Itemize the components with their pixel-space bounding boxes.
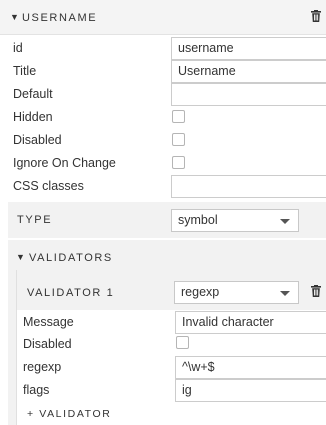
trash-icon[interactable]	[311, 285, 321, 297]
ignore-on-change-checkbox[interactable]	[172, 156, 185, 169]
message-input[interactable]: Invalid character	[175, 311, 326, 334]
validator-disabled-label: Disabled	[23, 337, 72, 351]
flags-input[interactable]: ig	[175, 379, 326, 402]
type-label: TYPE	[17, 214, 53, 226]
css-classes-label: CSS classes	[13, 179, 84, 193]
caret-down-icon[interactable]: ▼	[10, 12, 19, 22]
disabled-checkbox[interactable]	[172, 133, 185, 146]
trash-icon[interactable]	[311, 10, 321, 22]
field-title: USERNAME	[22, 12, 98, 24]
validator-disabled-checkbox[interactable]	[176, 336, 189, 349]
caret-down-icon[interactable]: ▼	[16, 252, 25, 262]
flags-label: flags	[23, 383, 50, 397]
disabled-label: Disabled	[13, 133, 62, 147]
hidden-label: Hidden	[13, 110, 53, 124]
id-input[interactable]: username	[171, 37, 326, 60]
ignore-on-change-label: Ignore On Change	[13, 156, 116, 170]
type-select-value: symbol	[178, 213, 218, 227]
regexp-label: regexp	[23, 360, 62, 374]
type-select[interactable]: symbol	[171, 209, 299, 232]
message-label: Message	[23, 315, 74, 329]
default-input[interactable]	[171, 83, 326, 106]
default-label: Default	[13, 87, 53, 101]
regexp-input[interactable]: ^\w+$	[175, 356, 326, 379]
css-classes-input[interactable]	[171, 175, 326, 198]
validators-title: VALIDATORS	[29, 252, 113, 264]
chevron-down-icon	[280, 219, 290, 224]
title-input[interactable]: Username	[171, 60, 326, 83]
validator-type-value: regexp	[181, 285, 220, 299]
hidden-checkbox[interactable]	[172, 110, 185, 123]
add-validator-button[interactable]: + VALIDATOR	[27, 408, 111, 420]
chevron-down-icon	[280, 291, 290, 296]
id-label: id	[13, 41, 23, 55]
title-label: Title	[13, 64, 37, 78]
validator-type-select[interactable]: regexp	[174, 281, 299, 304]
validator-title: VALIDATOR 1	[27, 287, 115, 299]
